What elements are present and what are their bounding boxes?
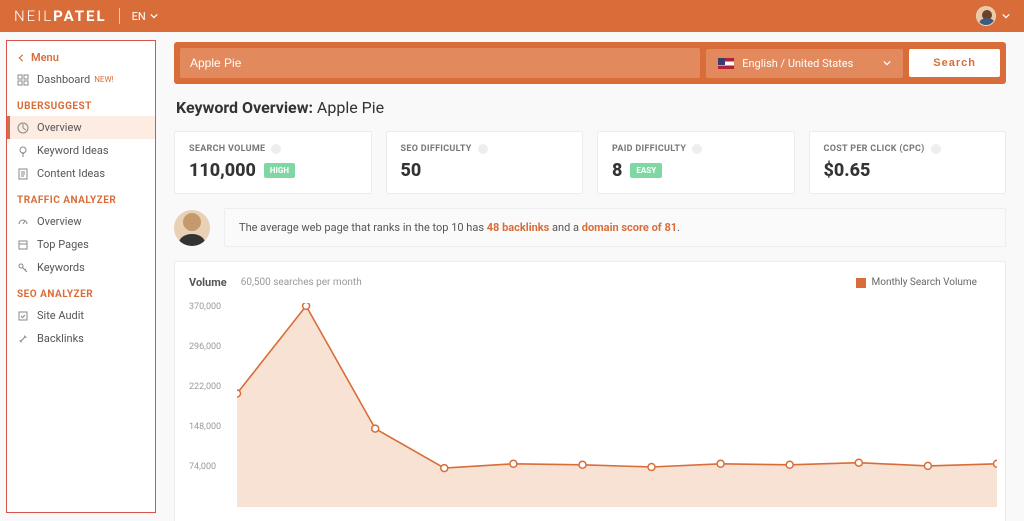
data-point[interactable] bbox=[579, 461, 586, 468]
section-ubersuggest: UBERSUGGEST bbox=[7, 91, 155, 116]
y-tick-label: 74,000 bbox=[189, 462, 216, 472]
card-seo-difficulty: SEO DIFFICULTY 50 bbox=[386, 131, 584, 194]
user-menu[interactable] bbox=[976, 6, 1010, 26]
section-seo: SEO ANALYZER bbox=[7, 279, 155, 304]
sidebar-item-keyword-ideas[interactable]: Keyword Ideas bbox=[7, 139, 155, 162]
data-point[interactable] bbox=[441, 465, 448, 472]
volume-chart bbox=[237, 303, 997, 513]
menu-label: Menu bbox=[31, 51, 59, 64]
language-selector[interactable]: EN bbox=[132, 10, 158, 23]
info-icon[interactable] bbox=[692, 144, 702, 154]
keyword-input[interactable] bbox=[180, 48, 700, 78]
avatar bbox=[976, 6, 996, 26]
sidebar-item-content-ideas[interactable]: Content Ideas bbox=[7, 162, 155, 185]
card-cpc: COST PER CLICK (CPC) $0.65 bbox=[809, 131, 1007, 194]
main: English / United States Search Keyword O… bbox=[156, 32, 1024, 521]
language-label: EN bbox=[132, 10, 146, 23]
data-point[interactable] bbox=[855, 459, 862, 466]
menu-back[interactable]: Menu bbox=[7, 47, 155, 68]
data-point[interactable] bbox=[717, 460, 724, 467]
data-point[interactable] bbox=[303, 303, 310, 309]
section-traffic: TRAFFIC ANALYZER bbox=[7, 185, 155, 210]
y-tick-label: 296,000 bbox=[189, 342, 221, 352]
insight-text: The average web page that ranks in the t… bbox=[224, 208, 1006, 247]
sidebar-item-top-pages[interactable]: Top Pages bbox=[7, 233, 155, 256]
chart-area bbox=[237, 306, 997, 507]
chart-subtitle: 60,500 searches per month bbox=[241, 277, 362, 288]
insight-banner: The average web page that ranks in the t… bbox=[174, 208, 1006, 247]
flag-icon bbox=[718, 58, 734, 69]
sidebar-item-site-audit[interactable]: Site Audit bbox=[7, 304, 155, 327]
sidebar-item-overview[interactable]: Overview bbox=[7, 116, 155, 139]
overview-icon bbox=[17, 122, 29, 134]
dashboard-icon bbox=[17, 74, 29, 86]
separator bbox=[119, 8, 120, 24]
card-search-volume: SEARCH VOLUME 110,000 HIGH bbox=[174, 131, 372, 194]
sidebar: Menu Dashboard NEW! UBERSUGGEST Overview… bbox=[6, 40, 156, 513]
brand-logo[interactable]: NEILPATEL bbox=[14, 7, 107, 25]
page-title: Keyword Overview: Apple Pie bbox=[176, 98, 1004, 117]
pages-icon bbox=[17, 239, 29, 251]
info-icon[interactable] bbox=[931, 144, 941, 154]
chevron-down-icon bbox=[150, 12, 158, 20]
topbar: NEILPATEL EN bbox=[0, 0, 1024, 32]
chart-title: Volume bbox=[189, 276, 227, 289]
chevron-down-icon bbox=[883, 59, 891, 67]
sidebar-item-dashboard[interactable]: Dashboard NEW! bbox=[7, 68, 155, 91]
chevron-left-icon bbox=[17, 54, 25, 62]
data-point[interactable] bbox=[994, 460, 998, 467]
link-icon bbox=[17, 333, 29, 345]
y-tick-label: 370,000 bbox=[189, 302, 221, 312]
y-tick-label: 148,000 bbox=[189, 422, 221, 432]
sidebar-item-backlinks[interactable]: Backlinks bbox=[7, 327, 155, 350]
sidebar-item-traffic-overview[interactable]: Overview bbox=[7, 210, 155, 233]
metric-cards: SEARCH VOLUME 110,000 HIGH SEO DIFFICULT… bbox=[174, 131, 1006, 194]
card-paid-difficulty: PAID DIFFICULTY 8 EASY bbox=[597, 131, 795, 194]
lightbulb-icon bbox=[17, 145, 29, 157]
chart-body: 74,000 148,000 222,000 296,000 370,000 bbox=[189, 303, 977, 521]
key-icon bbox=[17, 262, 29, 274]
data-point[interactable] bbox=[648, 464, 655, 471]
chart-legend: Monthly Search Volume bbox=[856, 277, 977, 288]
locale-selector[interactable]: English / United States bbox=[706, 49, 903, 78]
gauge-icon bbox=[17, 216, 29, 228]
legend-swatch bbox=[856, 278, 866, 288]
pill-high: HIGH bbox=[264, 163, 295, 178]
brand-thin: NEIL bbox=[14, 7, 53, 25]
chevron-down-icon bbox=[1002, 12, 1010, 20]
sidebar-item-keywords[interactable]: Keywords bbox=[7, 256, 155, 279]
data-point[interactable] bbox=[510, 460, 517, 467]
y-tick-label: 222,000 bbox=[189, 382, 221, 392]
audit-icon bbox=[17, 310, 29, 322]
data-point[interactable] bbox=[372, 425, 379, 432]
locale-label: English / United States bbox=[742, 57, 853, 70]
info-icon[interactable] bbox=[478, 144, 488, 154]
avatar bbox=[174, 210, 210, 246]
data-point[interactable] bbox=[237, 390, 241, 397]
info-icon[interactable] bbox=[271, 144, 281, 154]
pill-easy: EASY bbox=[630, 163, 662, 178]
data-point[interactable] bbox=[786, 461, 793, 468]
search-button[interactable]: Search bbox=[909, 49, 1000, 77]
brand-bold: PATEL bbox=[53, 7, 106, 25]
data-point[interactable] bbox=[924, 462, 931, 469]
new-badge: NEW! bbox=[94, 75, 113, 84]
volume-chart-card: Volume 60,500 searches per month Monthly… bbox=[174, 261, 1006, 521]
search-bar: English / United States Search bbox=[174, 42, 1006, 84]
document-icon bbox=[17, 168, 29, 180]
